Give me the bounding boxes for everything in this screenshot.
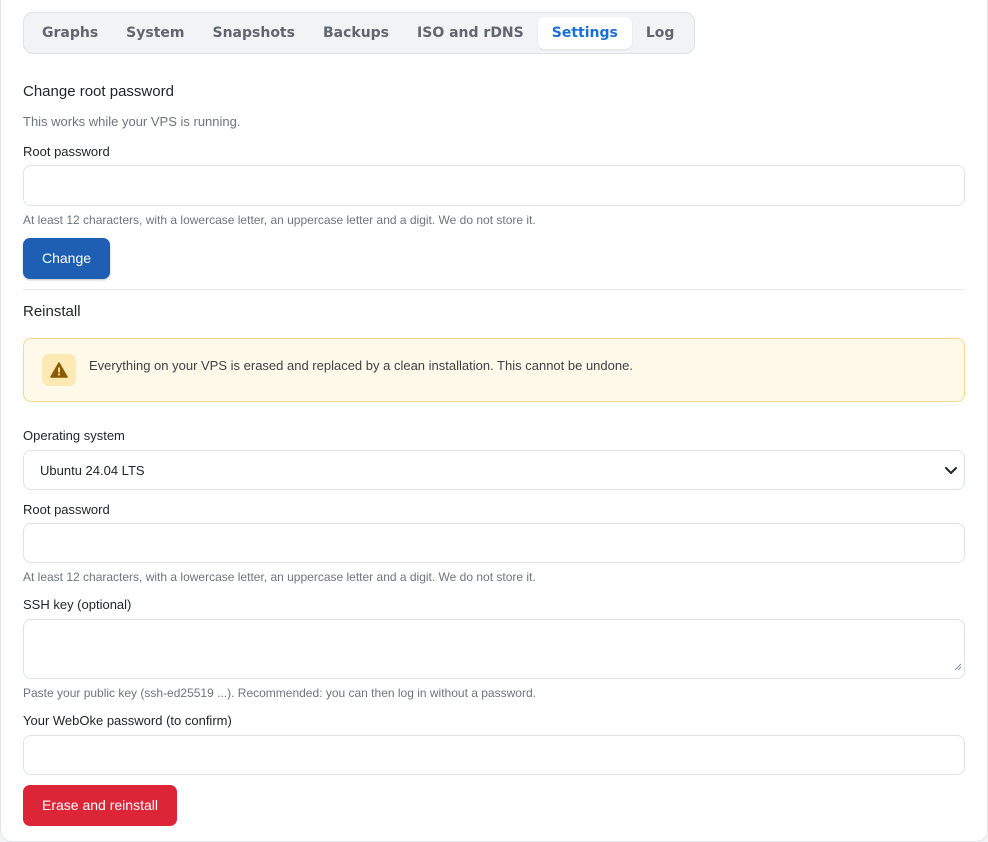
tab-iso-rdns[interactable]: ISO and rDNS (403, 17, 538, 49)
reinstall-title: Reinstall (23, 303, 81, 320)
operating-system-label: Operating system (23, 428, 125, 443)
root-password-label: Root password (23, 144, 110, 159)
change-password-title: Change root password (23, 83, 174, 100)
ssh-key-textarea[interactable] (23, 619, 965, 679)
reinstall-warning-alert: Everything on your VPS is erased and rep… (23, 338, 965, 402)
chevron-down-icon (944, 463, 958, 482)
tab-log[interactable]: Log (632, 17, 689, 49)
operating-system-select[interactable]: Ubuntu 24.04 LTS (23, 450, 965, 490)
section-divider (23, 289, 965, 290)
reinstall-root-password-label: Root password (23, 502, 110, 517)
reinstall-warning-text: Everything on your VPS is erased and rep… (89, 358, 633, 373)
reinstall-root-password-help: At least 12 characters, with a lowercase… (23, 570, 536, 584)
tab-backups[interactable]: Backups (309, 17, 403, 49)
root-password-input[interactable] (23, 165, 965, 206)
resize-handle-icon[interactable] (954, 658, 962, 676)
tab-settings[interactable]: Settings (537, 17, 632, 49)
ssh-key-help: Paste your public key (ssh-ed25519 ...).… (23, 686, 536, 700)
operating-system-selected: Ubuntu 24.04 LTS (40, 463, 145, 478)
confirm-password-label: Your WebOke password (to confirm) (23, 713, 232, 728)
warning-triangle-icon (42, 354, 76, 386)
reinstall-root-password-input[interactable] (23, 523, 965, 563)
root-password-help: At least 12 characters, with a lowercase… (23, 213, 536, 227)
tab-graphs[interactable]: Graphs (28, 17, 112, 49)
tab-bar: Graphs System Snapshots Backups ISO and … (23, 12, 695, 54)
tab-snapshots[interactable]: Snapshots (199, 17, 309, 49)
confirm-password-input[interactable] (23, 735, 965, 775)
change-password-subtitle: This works while your VPS is running. (23, 114, 241, 129)
ssh-key-label: SSH key (optional) (23, 597, 132, 612)
erase-and-reinstall-button[interactable]: Erase and reinstall (23, 785, 177, 826)
tab-system[interactable]: System (112, 17, 198, 49)
change-password-button[interactable]: Change (23, 238, 110, 279)
